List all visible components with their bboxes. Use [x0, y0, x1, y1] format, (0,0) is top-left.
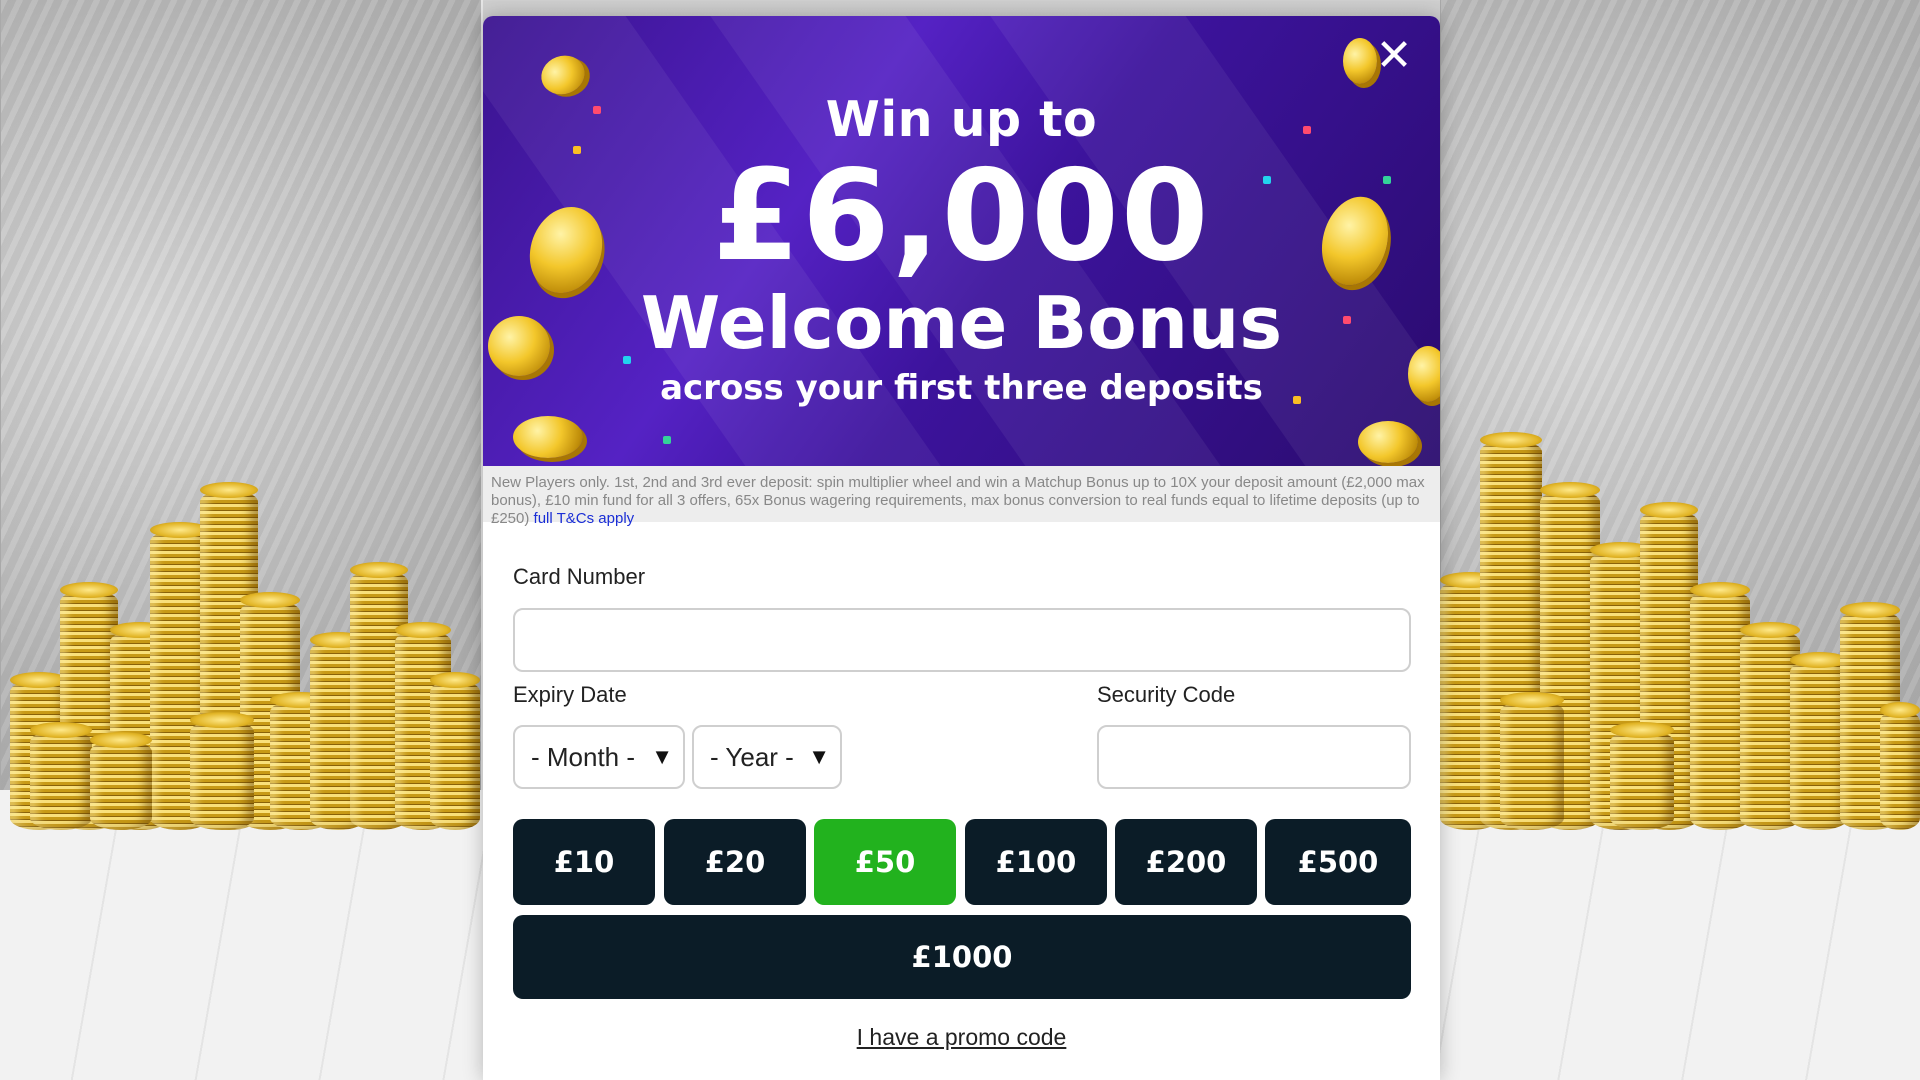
month-select-value: - Month -: [531, 741, 636, 772]
banner-title: Welcome Bonus: [640, 281, 1283, 365]
gold-coin-stacks-right: [1440, 430, 1920, 830]
dropdown-arrow-icon: ▼: [651, 744, 673, 769]
amount-500-button[interactable]: £500: [1265, 819, 1411, 905]
amount-20-button[interactable]: £20: [664, 819, 806, 905]
banner-headline: Win up to: [825, 91, 1098, 148]
card-number-label: Card Number: [513, 564, 646, 589]
deposit-modal: ✕ Win up to £6,000 Welcome Bonus across …: [483, 16, 1440, 1080]
banner-subtitle: across your first three deposits: [660, 368, 1263, 408]
welcome-bonus-banner: ✕ Win up to £6,000 Welcome Bonus across …: [483, 16, 1440, 466]
amount-100-button[interactable]: £100: [965, 819, 1107, 905]
coin-icon: [1358, 421, 1418, 463]
year-select-value: - Year -: [710, 741, 794, 772]
bonus-amount: £6,000: [712, 142, 1211, 289]
amount-200-button[interactable]: £200: [1115, 819, 1257, 905]
amount-buttons: £10 £20 £50 £100 £200 £500: [513, 819, 1411, 905]
security-code-input[interactable]: [1097, 725, 1411, 789]
coin-icon: [513, 416, 583, 458]
gold-coin-stacks-left: [0, 430, 480, 830]
dropdown-arrow-icon: ▼: [808, 744, 830, 769]
promo-code-link[interactable]: I have a promo code: [483, 1024, 1440, 1051]
amount-10-button[interactable]: £10: [513, 819, 655, 905]
full-terms-link[interactable]: full T&Cs apply: [534, 510, 635, 527]
year-select[interactable]: - Year - ▼: [692, 725, 842, 789]
terms-text: New Players only. 1st, 2nd and 3rd ever …: [483, 466, 1440, 527]
month-select[interactable]: - Month - ▼: [513, 725, 685, 789]
close-icon[interactable]: ✕: [1372, 34, 1416, 78]
card-number-input[interactable]: [513, 608, 1411, 672]
amount-1000-button[interactable]: £1000: [513, 915, 1411, 999]
amount-50-button[interactable]: £50: [814, 819, 956, 905]
expiry-date-label: Expiry Date: [513, 682, 627, 707]
security-code-label: Security Code: [1097, 682, 1236, 707]
